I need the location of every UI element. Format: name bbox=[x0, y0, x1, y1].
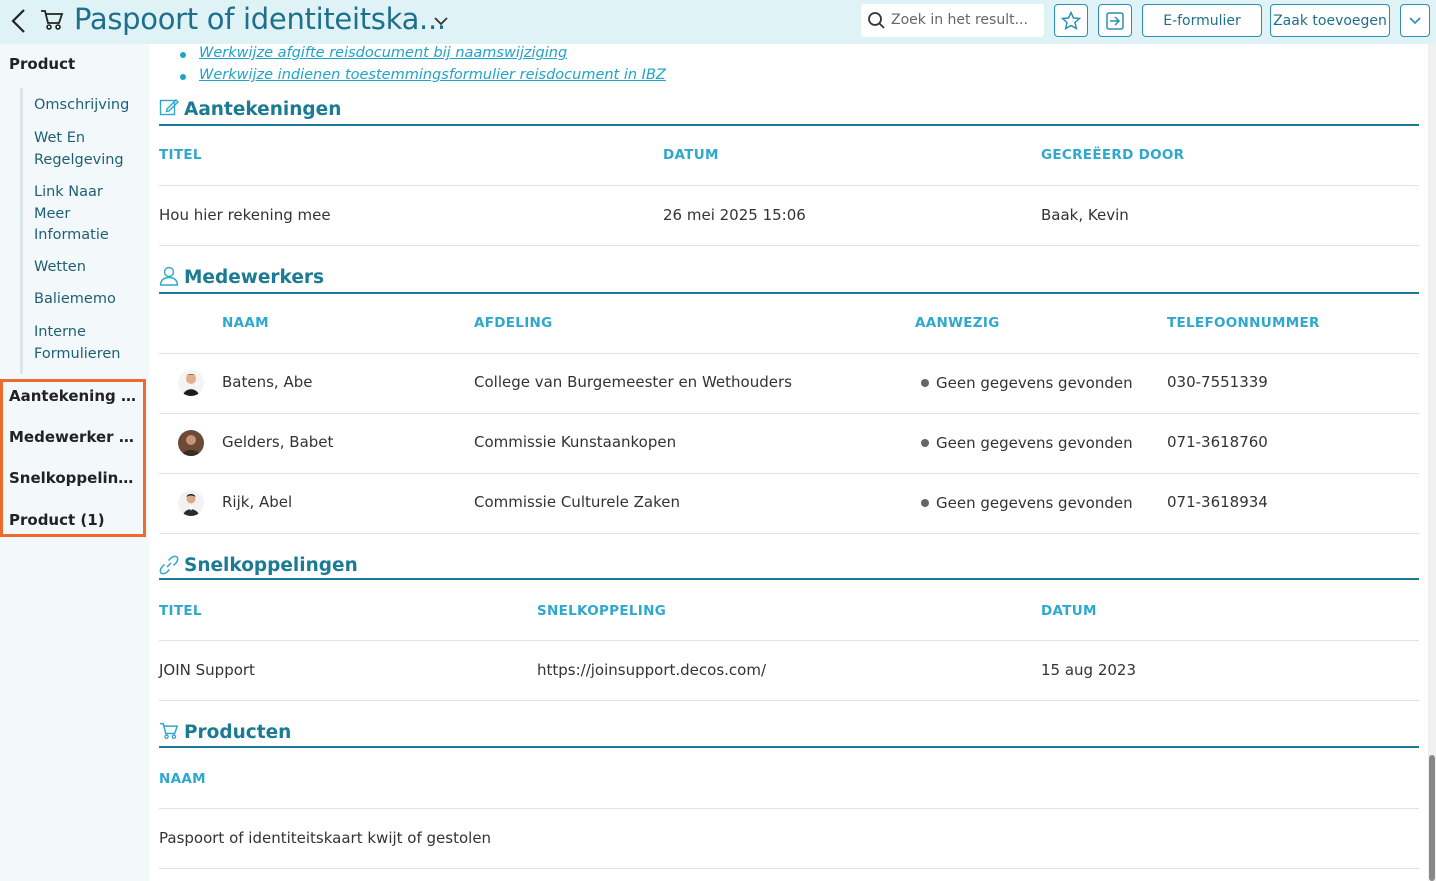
link-afgifte-reisdocument[interactable]: Werkwijze afgifte reisdocument bij naams… bbox=[199, 45, 567, 61]
employee-department: Commissie Kunstaankopen bbox=[474, 433, 677, 451]
shortcuts-header-date[interactable]: DATUM bbox=[1041, 603, 1097, 619]
row-divider bbox=[159, 413, 1419, 414]
sidebar-section-product[interactable]: Product (1) bbox=[9, 511, 139, 529]
bullet bbox=[180, 74, 186, 80]
product-name[interactable]: Paspoort of identiteitskaart kwijt of ge… bbox=[159, 829, 491, 847]
open-external-button[interactable] bbox=[1098, 4, 1132, 37]
row-divider bbox=[159, 245, 1419, 246]
shortcuts-header-title[interactable]: TITEL bbox=[159, 603, 202, 619]
cart-icon bbox=[160, 722, 179, 740]
section-divider bbox=[159, 292, 1419, 294]
section-divider bbox=[159, 746, 1419, 748]
sidebar: Product Omschrijving Wet En Regelgeving … bbox=[0, 44, 149, 881]
chevron-down-icon[interactable] bbox=[432, 12, 450, 30]
employee-presence: Geen gegevens gevonden bbox=[921, 374, 1133, 392]
notes-header-created-by[interactable]: GECREËERD DOOR bbox=[1041, 147, 1184, 163]
section-divider bbox=[159, 124, 1419, 126]
user-icon bbox=[159, 266, 179, 286]
add-case-button[interactable]: Zaak toevoegen bbox=[1270, 4, 1390, 37]
presence-text: Geen gegevens gevonden bbox=[936, 434, 1133, 452]
row-divider bbox=[159, 808, 1419, 809]
back-arrow-icon[interactable] bbox=[10, 8, 28, 34]
bullet bbox=[180, 52, 186, 58]
employees-header-phone[interactable]: TELEFOONNUMMER bbox=[1167, 315, 1320, 331]
shortcut-title[interactable]: JOIN Support bbox=[159, 661, 255, 679]
row-divider bbox=[159, 185, 1419, 186]
favorite-button[interactable] bbox=[1054, 4, 1088, 37]
sidebar-section-medewerker[interactable]: Medewerker (3) bbox=[9, 428, 139, 446]
employees-header-department[interactable]: AFDELING bbox=[474, 315, 553, 331]
notes-header-date[interactable]: DATUM bbox=[663, 147, 719, 163]
sidebar-item-baliememo[interactable]: Baliememo bbox=[34, 289, 134, 311]
chevron-down-icon bbox=[1409, 16, 1421, 24]
employee-presence: Geen gegevens gevonden bbox=[921, 494, 1133, 512]
status-dot bbox=[921, 438, 929, 447]
avatar bbox=[178, 430, 204, 456]
employee-phone: 071-3618934 bbox=[1167, 493, 1268, 511]
employees-header-name[interactable]: NAAM bbox=[222, 315, 269, 331]
employee-phone: 030-7551339 bbox=[1167, 373, 1268, 391]
notes-header-title[interactable]: TITEL bbox=[159, 147, 202, 163]
page-title: Paspoort of identiteitska... bbox=[74, 2, 446, 36]
section-divider bbox=[159, 578, 1419, 580]
employee-department: College van Burgemeester en Wethouders bbox=[474, 373, 792, 391]
search-input[interactable] bbox=[891, 10, 1039, 30]
shortcut-url[interactable]: https://joinsupport.decos.com/ bbox=[537, 661, 766, 679]
row-divider bbox=[159, 353, 1419, 354]
top-bar: Paspoort of identiteitska... E-formulier… bbox=[0, 0, 1436, 44]
row-divider bbox=[159, 533, 1419, 534]
row-divider bbox=[159, 473, 1419, 474]
presence-text: Geen gegevens gevonden bbox=[936, 494, 1133, 512]
notes-section-title: Aantekeningen bbox=[184, 99, 342, 120]
products-header-name[interactable]: NAAM bbox=[159, 771, 206, 787]
employee-name[interactable]: Rijk, Abel bbox=[222, 493, 292, 511]
cart-icon bbox=[41, 10, 64, 30]
presence-text: Geen gegevens gevonden bbox=[936, 374, 1133, 392]
search-icon bbox=[868, 12, 885, 29]
note-title[interactable]: Hou hier rekening mee bbox=[159, 206, 331, 224]
sidebar-item-omschrijving[interactable]: Omschrijving bbox=[34, 95, 134, 117]
employee-name[interactable]: Batens, Abe bbox=[222, 373, 312, 391]
employee-phone: 071-3618760 bbox=[1167, 433, 1268, 451]
shortcut-date: 15 aug 2023 bbox=[1041, 661, 1137, 679]
employee-department: Commissie Culturele Zaken bbox=[474, 493, 680, 511]
employees-header-present[interactable]: AANWEZIG bbox=[915, 315, 1000, 331]
status-dot bbox=[921, 378, 929, 387]
shortcuts-header-link[interactable]: SNELKOPPELING bbox=[537, 603, 666, 619]
shortcuts-section-title: Snelkoppelingen bbox=[184, 555, 358, 576]
sidebar-item-wet-en-regelgeving[interactable]: Wet En Regelgeving bbox=[34, 128, 124, 171]
avatar bbox=[178, 370, 204, 396]
sidebar-section-snelkoppelingen[interactable]: Snelkoppelingen (1) bbox=[9, 469, 139, 487]
eform-button[interactable]: E-formulier bbox=[1142, 4, 1262, 37]
avatar bbox=[178, 490, 204, 516]
sidebar-item-link-naar-meer-informatie[interactable]: Link Naar Meer Informatie bbox=[34, 182, 114, 247]
sidebar-item-wetten[interactable]: Wetten bbox=[34, 257, 134, 279]
sign-in-icon bbox=[1106, 11, 1124, 30]
employee-presence: Geen gegevens gevonden bbox=[921, 434, 1133, 452]
scrollbar-thumb[interactable] bbox=[1429, 755, 1435, 881]
row-divider bbox=[159, 640, 1419, 641]
employee-name[interactable]: Gelders, Babet bbox=[222, 433, 333, 451]
sidebar-item-interne-formulieren[interactable]: Interne Formulieren bbox=[34, 322, 129, 365]
status-dot bbox=[921, 498, 929, 507]
edit-note-icon bbox=[159, 99, 179, 116]
note-created-by: Baak, Kevin bbox=[1041, 206, 1129, 224]
employees-section-title: Medewerkers bbox=[184, 267, 324, 288]
products-section-title: Producten bbox=[184, 722, 292, 743]
star-icon bbox=[1061, 10, 1081, 30]
search-box bbox=[861, 4, 1044, 37]
more-options-button[interactable] bbox=[1400, 4, 1430, 37]
link-toestemmingsformulier[interactable]: Werkwijze indienen toestemmingsformulier… bbox=[199, 67, 666, 83]
link-icon bbox=[159, 555, 179, 575]
row-divider bbox=[159, 700, 1419, 701]
note-date: 26 mei 2025 15:06 bbox=[663, 206, 806, 224]
row-divider bbox=[159, 868, 1419, 869]
sidebar-section-aantekening[interactable]: Aantekening (1) bbox=[9, 387, 139, 405]
sidebar-heading[interactable]: Product bbox=[9, 55, 75, 73]
sidebar-subnav-line bbox=[20, 88, 23, 374]
